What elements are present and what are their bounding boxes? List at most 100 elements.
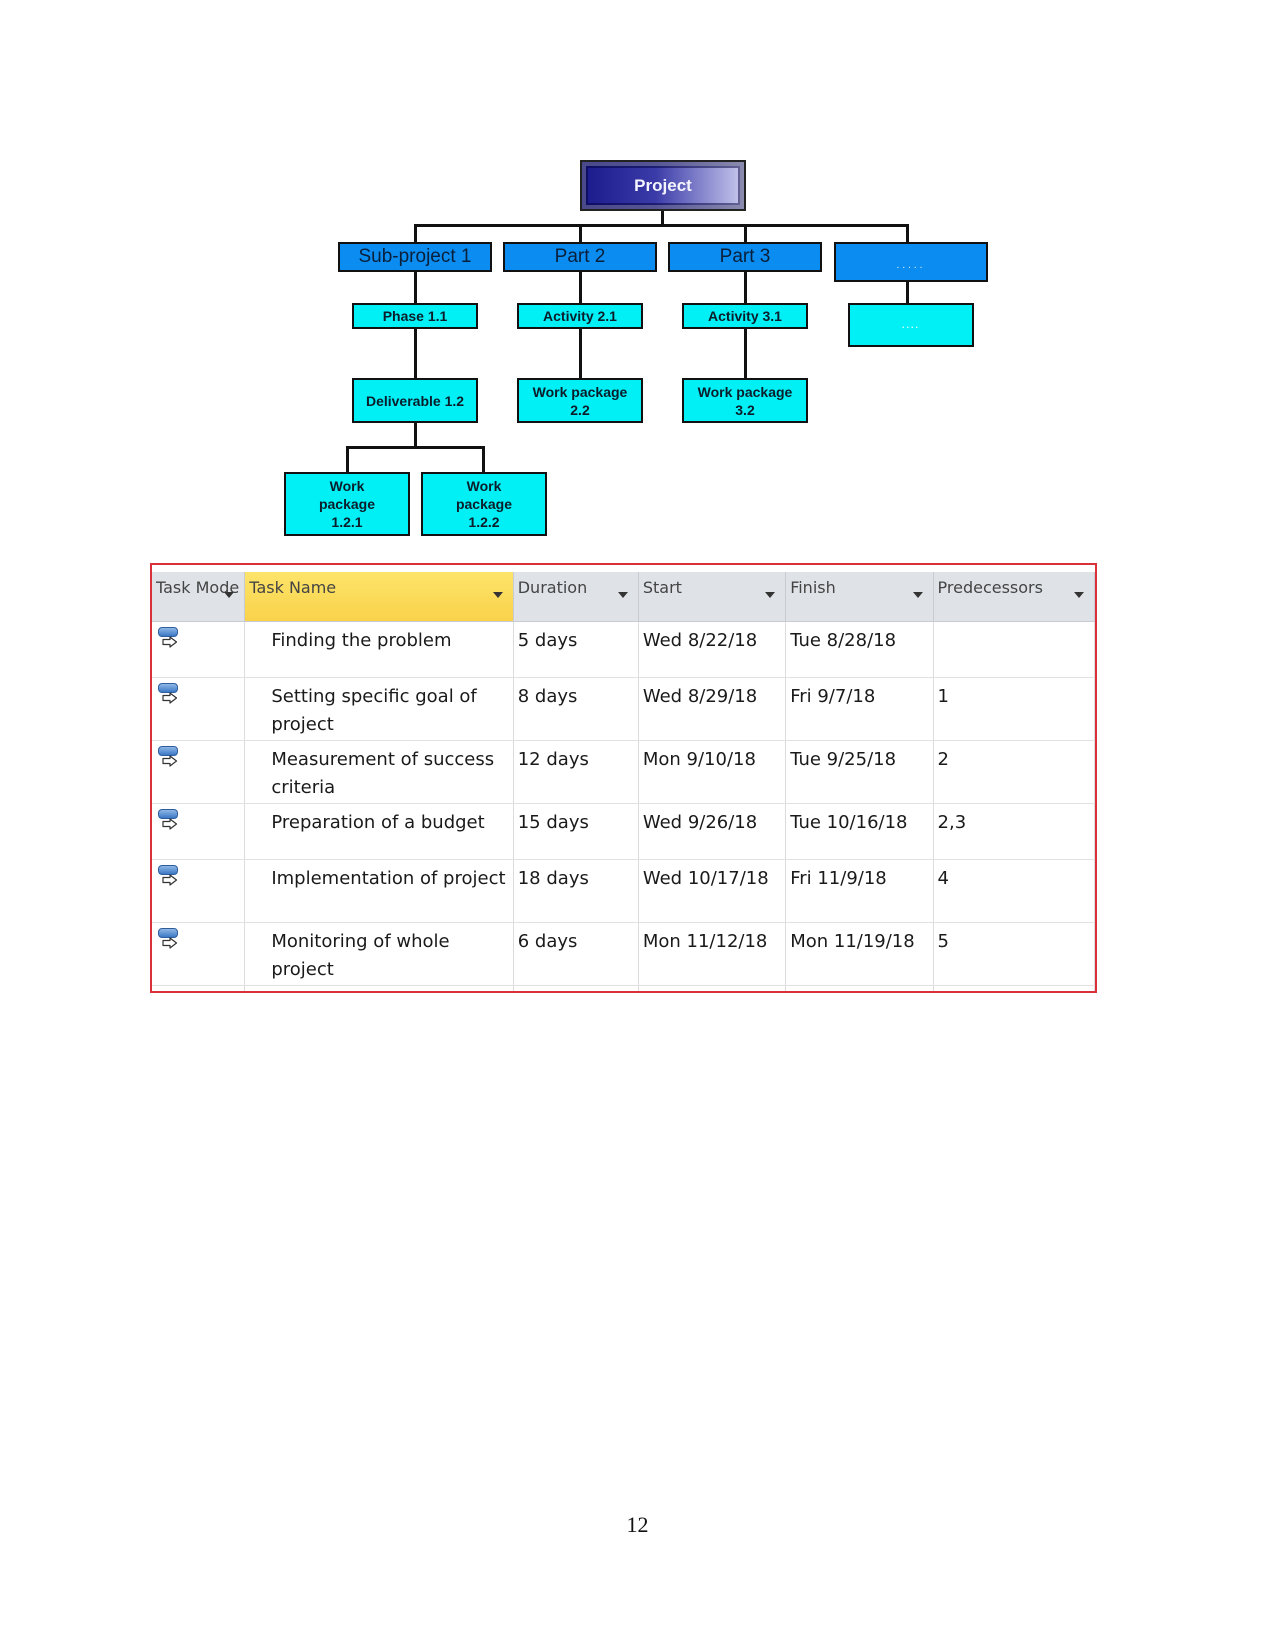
header-label: Finish bbox=[790, 578, 836, 597]
finish-cell[interactable]: Fri 11/9/18 bbox=[785, 859, 934, 923]
empty-cell[interactable] bbox=[244, 985, 514, 991]
empty-cell[interactable] bbox=[638, 985, 787, 991]
finish-cell[interactable]: Fri 9/7/18 bbox=[785, 677, 934, 741]
wbs-node-activity-3-1: Activity 3.1 bbox=[682, 303, 808, 329]
start-cell[interactable]: Mon 11/12/18 bbox=[638, 922, 787, 986]
wbs-node-subproject-1: Sub-project 1 bbox=[338, 242, 492, 272]
start-cell[interactable]: Wed 8/22/18 bbox=[638, 621, 787, 678]
table-row[interactable]: Setting specific goal of project 8 days We… bbox=[152, 677, 1095, 741]
wbs-node-work-package-2-2: Work package 2.2 bbox=[517, 378, 643, 423]
node-label: Work package 3.2 bbox=[697, 383, 793, 418]
table-row[interactable]: Measurement of success criteria 12 days Mo… bbox=[152, 740, 1095, 804]
task-mode-cell[interactable] bbox=[152, 677, 246, 741]
empty-cell[interactable] bbox=[785, 985, 934, 991]
dropdown-arrow-icon[interactable] bbox=[492, 592, 503, 598]
duration-cell[interactable]: 18 days bbox=[513, 859, 639, 923]
node-label: .... bbox=[901, 320, 920, 330]
node-label: Work package 1.2.1 bbox=[318, 478, 376, 530]
task-name-cell[interactable]: Monitoring of whole project bbox=[244, 922, 514, 986]
predecessors-cell[interactable]: 2,3 bbox=[933, 803, 1095, 860]
task-name-cell[interactable]: Implementation of project bbox=[244, 859, 514, 923]
duration-cell[interactable]: 6 days bbox=[513, 922, 639, 986]
task-name-cell[interactable]: Preparation of a budget bbox=[244, 803, 514, 860]
task-table: Task Mode Task Name Duration Start Finis… bbox=[152, 572, 1095, 991]
node-label: Deliverable 1.2 bbox=[365, 392, 465, 409]
task-name-cell[interactable]: Setting specific goal of project bbox=[244, 677, 514, 741]
start-cell[interactable]: Wed 10/17/18 bbox=[638, 859, 787, 923]
table-header-row: Task Mode Task Name Duration Start Finis… bbox=[152, 572, 1095, 622]
wbs-node-more: ..... bbox=[834, 242, 988, 282]
empty-cell[interactable] bbox=[152, 985, 246, 991]
column-header-start[interactable]: Start bbox=[638, 572, 787, 622]
duration-cell[interactable]: 12 days bbox=[513, 740, 639, 804]
header-label: Start bbox=[642, 578, 682, 597]
predecessors-cell[interactable] bbox=[933, 621, 1095, 678]
predecessors-cell[interactable]: 1 bbox=[933, 677, 1095, 741]
header-label: Duration bbox=[517, 578, 588, 597]
task-name-cell[interactable]: Measurement of success criteria bbox=[244, 740, 514, 804]
finish-cell[interactable]: Tue 8/28/18 bbox=[785, 621, 934, 678]
wbs-node-activity-2-1: Activity 2.1 bbox=[517, 303, 643, 329]
dropdown-arrow-icon[interactable] bbox=[1074, 592, 1084, 598]
table-row[interactable]: Monitoring of whole project 6 days Mon 11/… bbox=[152, 922, 1095, 986]
start-cell[interactable]: Wed 8/29/18 bbox=[638, 677, 787, 741]
empty-cell[interactable] bbox=[933, 985, 1095, 991]
task-mode-cell[interactable] bbox=[152, 740, 246, 804]
column-header-predecessors[interactable]: Predecessors bbox=[933, 572, 1095, 622]
connector bbox=[579, 270, 582, 304]
node-label: Work package 1.2.2 bbox=[455, 478, 513, 530]
column-header-task-mode[interactable]: Task Mode bbox=[152, 572, 246, 622]
start-cell[interactable]: Mon 9/10/18 bbox=[638, 740, 787, 804]
column-header-task-name[interactable]: Task Name bbox=[244, 572, 514, 622]
wbs-root-project: Project bbox=[580, 160, 746, 211]
connector bbox=[414, 328, 417, 378]
wbs-node-work-package-1-2-2: Work package 1.2.2 bbox=[421, 472, 547, 536]
table-row[interactable]: Preparation of a budget 15 days Wed 9/26/1… bbox=[152, 803, 1095, 860]
start-cell[interactable]: Wed 9/26/18 bbox=[638, 803, 787, 860]
task-mode-cell[interactable] bbox=[152, 803, 246, 860]
predecessors-cell[interactable]: 4 bbox=[933, 859, 1095, 923]
connector bbox=[744, 328, 747, 378]
finish-cell[interactable]: Mon 11/19/18 bbox=[785, 922, 934, 986]
table-row[interactable]: Finding the problem 5 days Wed 8/22/18 Tue … bbox=[152, 621, 1095, 678]
wbs-node-part-3: Part 3 bbox=[668, 242, 822, 272]
table-row-empty[interactable] bbox=[152, 985, 1095, 991]
wbs-diagram: Project Sub-project 1 Part 2 Part 3 ....… bbox=[0, 0, 1275, 560]
finish-cell[interactable]: Tue 10/16/18 bbox=[785, 803, 934, 860]
finish-cell[interactable]: Tue 9/25/18 bbox=[785, 740, 934, 804]
connector bbox=[579, 328, 582, 378]
node-label: Part 2 bbox=[554, 246, 606, 267]
auto-scheduled-task-icon bbox=[158, 928, 180, 954]
dropdown-arrow-icon[interactable] bbox=[224, 592, 235, 598]
task-mode-cell[interactable] bbox=[152, 859, 246, 923]
task-table-body: Finding the problem 5 days Wed 8/22/18 Tue … bbox=[152, 621, 1095, 991]
page-number: 12 bbox=[626, 1512, 649, 1537]
predecessors-cell[interactable]: 2 bbox=[933, 740, 1095, 804]
table-row[interactable]: Implementation of project 18 days Wed 10/1… bbox=[152, 859, 1095, 923]
task-mode-cell[interactable] bbox=[152, 922, 246, 986]
wbs-node-part-2: Part 2 bbox=[503, 242, 657, 272]
column-header-finish[interactable]: Finish bbox=[785, 572, 934, 622]
column-header-duration[interactable]: Duration bbox=[513, 572, 639, 622]
wbs-node-work-package-3-2: Work package 3.2 bbox=[682, 378, 808, 423]
predecessors-cell[interactable]: 5 bbox=[933, 922, 1095, 986]
dropdown-arrow-icon[interactable] bbox=[617, 592, 628, 598]
task-name-cell[interactable]: Finding the problem bbox=[244, 621, 514, 678]
task-mode-cell[interactable] bbox=[152, 621, 246, 678]
duration-cell[interactable]: 15 days bbox=[513, 803, 639, 860]
node-label: Part 3 bbox=[719, 246, 771, 267]
connector bbox=[744, 224, 747, 243]
dropdown-arrow-icon[interactable] bbox=[765, 592, 776, 598]
duration-cell[interactable]: 8 days bbox=[513, 677, 639, 741]
node-label: Phase 1.1 bbox=[382, 308, 448, 324]
connector bbox=[906, 280, 909, 304]
dropdown-arrow-icon[interactable] bbox=[912, 592, 923, 598]
connector bbox=[414, 224, 908, 227]
node-label: Activity 2.1 bbox=[543, 308, 617, 324]
node-label: ..... bbox=[896, 259, 926, 271]
duration-cell[interactable]: 5 days bbox=[513, 621, 639, 678]
node-label: Activity 3.1 bbox=[708, 308, 782, 324]
wbs-node-phase-1-1: Phase 1.1 bbox=[352, 303, 478, 329]
empty-cell[interactable] bbox=[513, 985, 639, 991]
wbs-node-work-package-1-2-1: Work package 1.2.1 bbox=[284, 472, 410, 536]
